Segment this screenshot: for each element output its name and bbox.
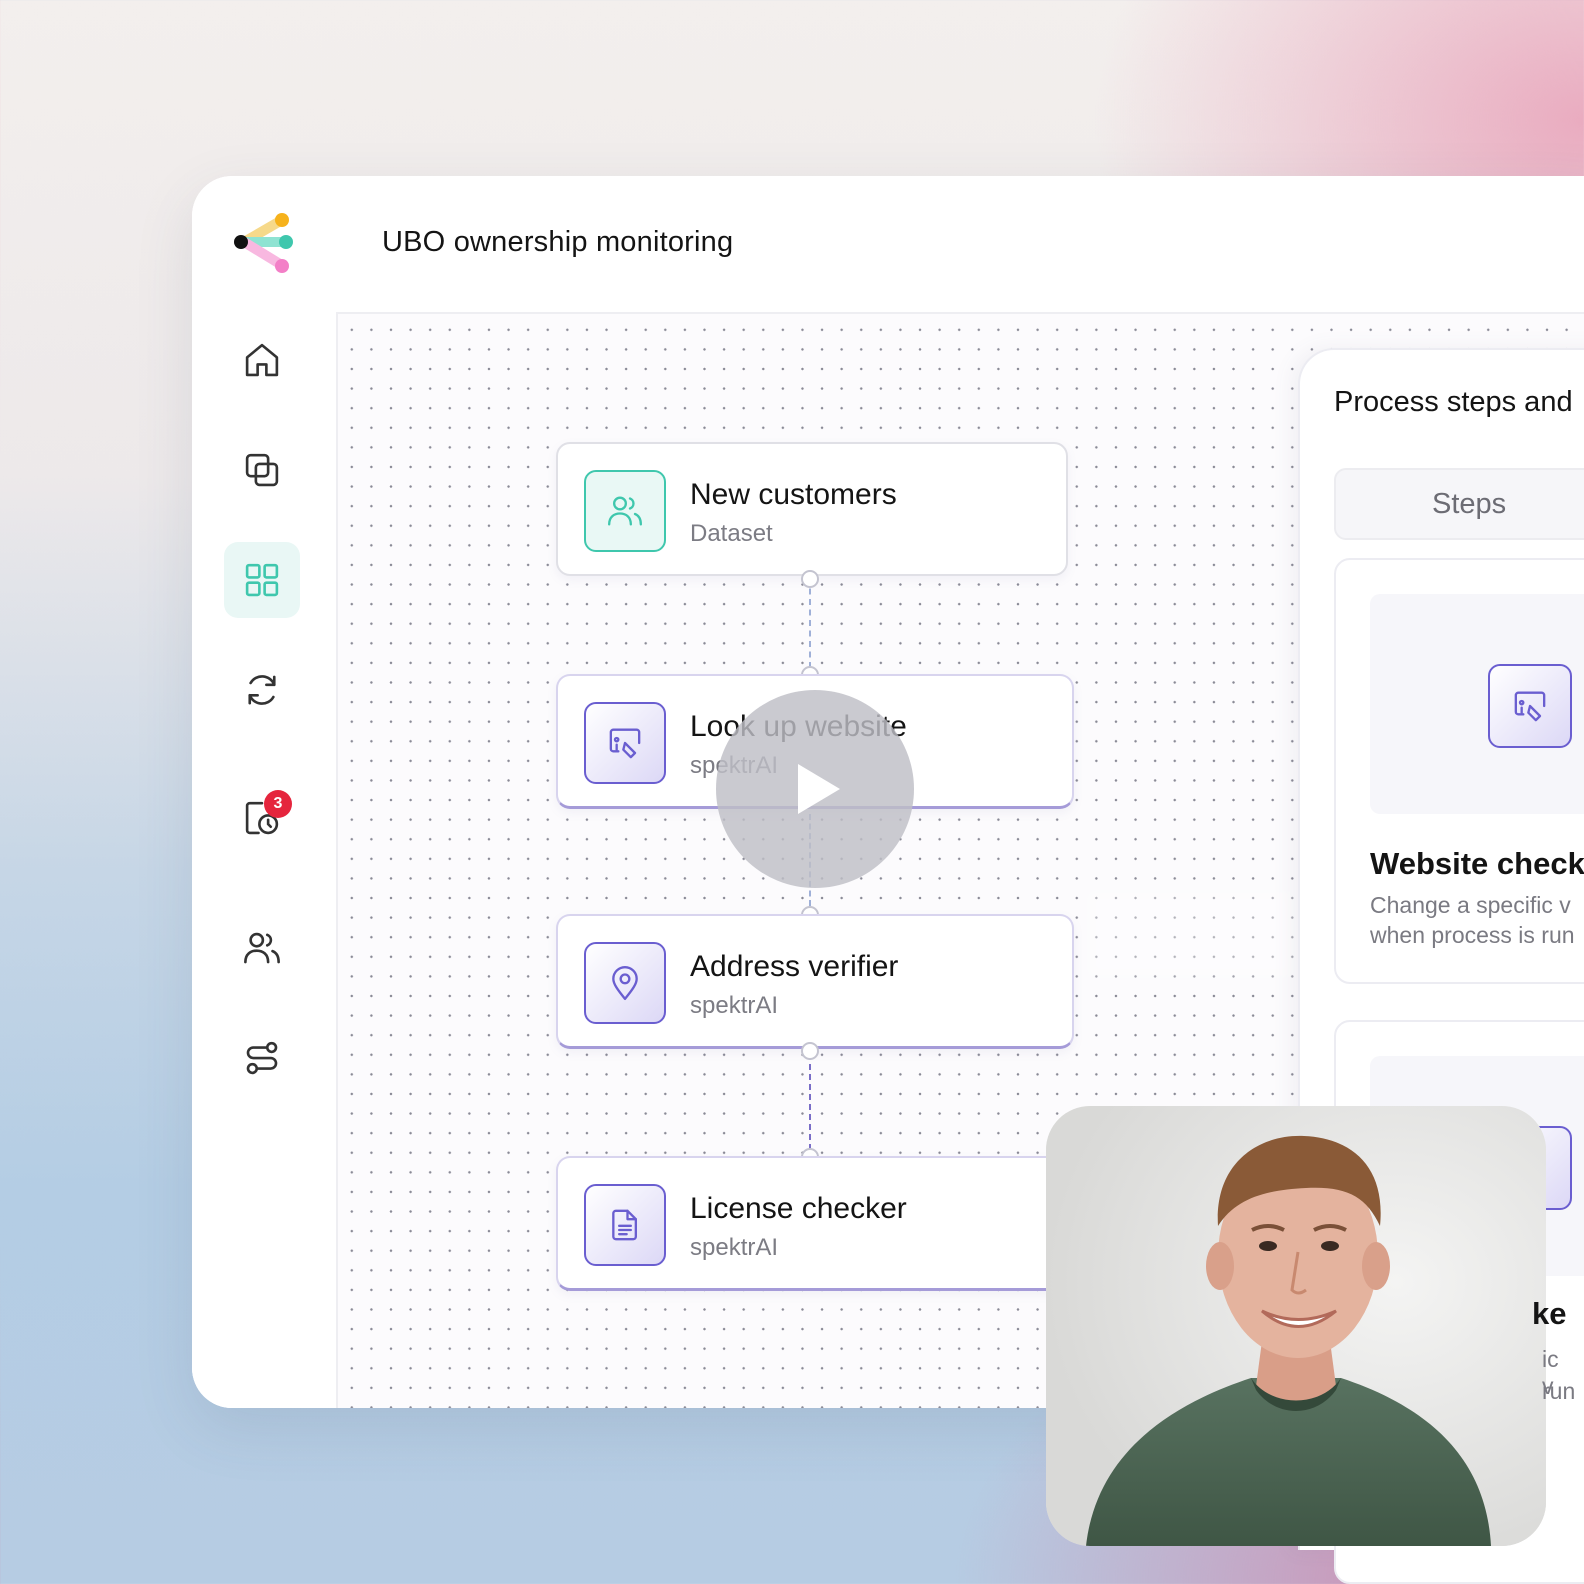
page-title: UBO ownership monitoring (382, 226, 734, 258)
step-description: Change a specific v when process is run (1370, 890, 1575, 950)
logo (234, 213, 293, 273)
step-title: Website checke (1370, 846, 1584, 881)
node-icon-box (584, 702, 666, 784)
node-title: Address verifier (690, 950, 899, 983)
nav-scheduled[interactable]: 3 (224, 780, 300, 856)
node-icon-box (584, 1184, 666, 1266)
step-card-website-checker[interactable]: Website checke Change a specific v when … (1334, 558, 1584, 984)
play-button[interactable] (716, 690, 914, 888)
node-subtitle: spektrAI (690, 1234, 779, 1261)
refresh-icon (248, 675, 276, 705)
location-pin-icon (612, 966, 638, 1000)
blur-overlay (1086, 889, 1296, 979)
step-description-line: Change a specific v (1370, 892, 1571, 918)
presenter-video-tile[interactable] (1046, 1106, 1546, 1546)
website-check-icon (1514, 691, 1546, 722)
presenter-photo (1046, 1106, 1546, 1546)
node-icon-box (584, 470, 666, 552)
document-icon (612, 1209, 637, 1241)
header: UBO ownership monitoring (336, 176, 1584, 314)
copy-icon (245, 453, 279, 487)
nav-flows[interactable] (224, 1020, 300, 1096)
node-port[interactable] (801, 1042, 819, 1060)
flow-node-address-verifier[interactable]: Address verifier spektrAI (556, 914, 1074, 1049)
node-subtitle: Dataset (690, 520, 773, 547)
home-icon (245, 343, 279, 377)
node-subtitle: spektrAI (690, 992, 779, 1019)
users-icon (244, 932, 280, 964)
tab-steps[interactable]: Steps (1334, 468, 1584, 540)
flow-icon (246, 1041, 278, 1075)
notification-badge: 3 (264, 790, 292, 818)
sidebar: 3 (192, 176, 338, 1408)
node-title: New customers (690, 478, 897, 511)
node-icon-box (1488, 664, 1572, 748)
panel-title: Process steps and (1334, 386, 1573, 418)
grid-icon (245, 563, 279, 597)
nav-home[interactable] (224, 322, 300, 398)
flow-node-new-customers[interactable]: New customers Dataset (556, 442, 1068, 576)
nav-copy[interactable] (224, 432, 300, 508)
node-title: License checker (690, 1192, 907, 1225)
step-description-line: when process is run (1370, 922, 1575, 948)
website-check-icon (609, 728, 641, 759)
nav-dashboard[interactable] (224, 542, 300, 618)
flow-node-license-checker[interactable]: License checker spektrAI (556, 1156, 1074, 1291)
step-preview (1370, 594, 1584, 814)
node-port[interactable] (801, 570, 819, 588)
nav-users[interactable] (224, 910, 300, 986)
nav-sync[interactable] (224, 652, 300, 728)
users-icon (608, 496, 642, 526)
play-icon (798, 764, 840, 814)
node-icon-box (584, 942, 666, 1024)
connector-1 (809, 578, 811, 668)
connector-3 (809, 1054, 811, 1150)
